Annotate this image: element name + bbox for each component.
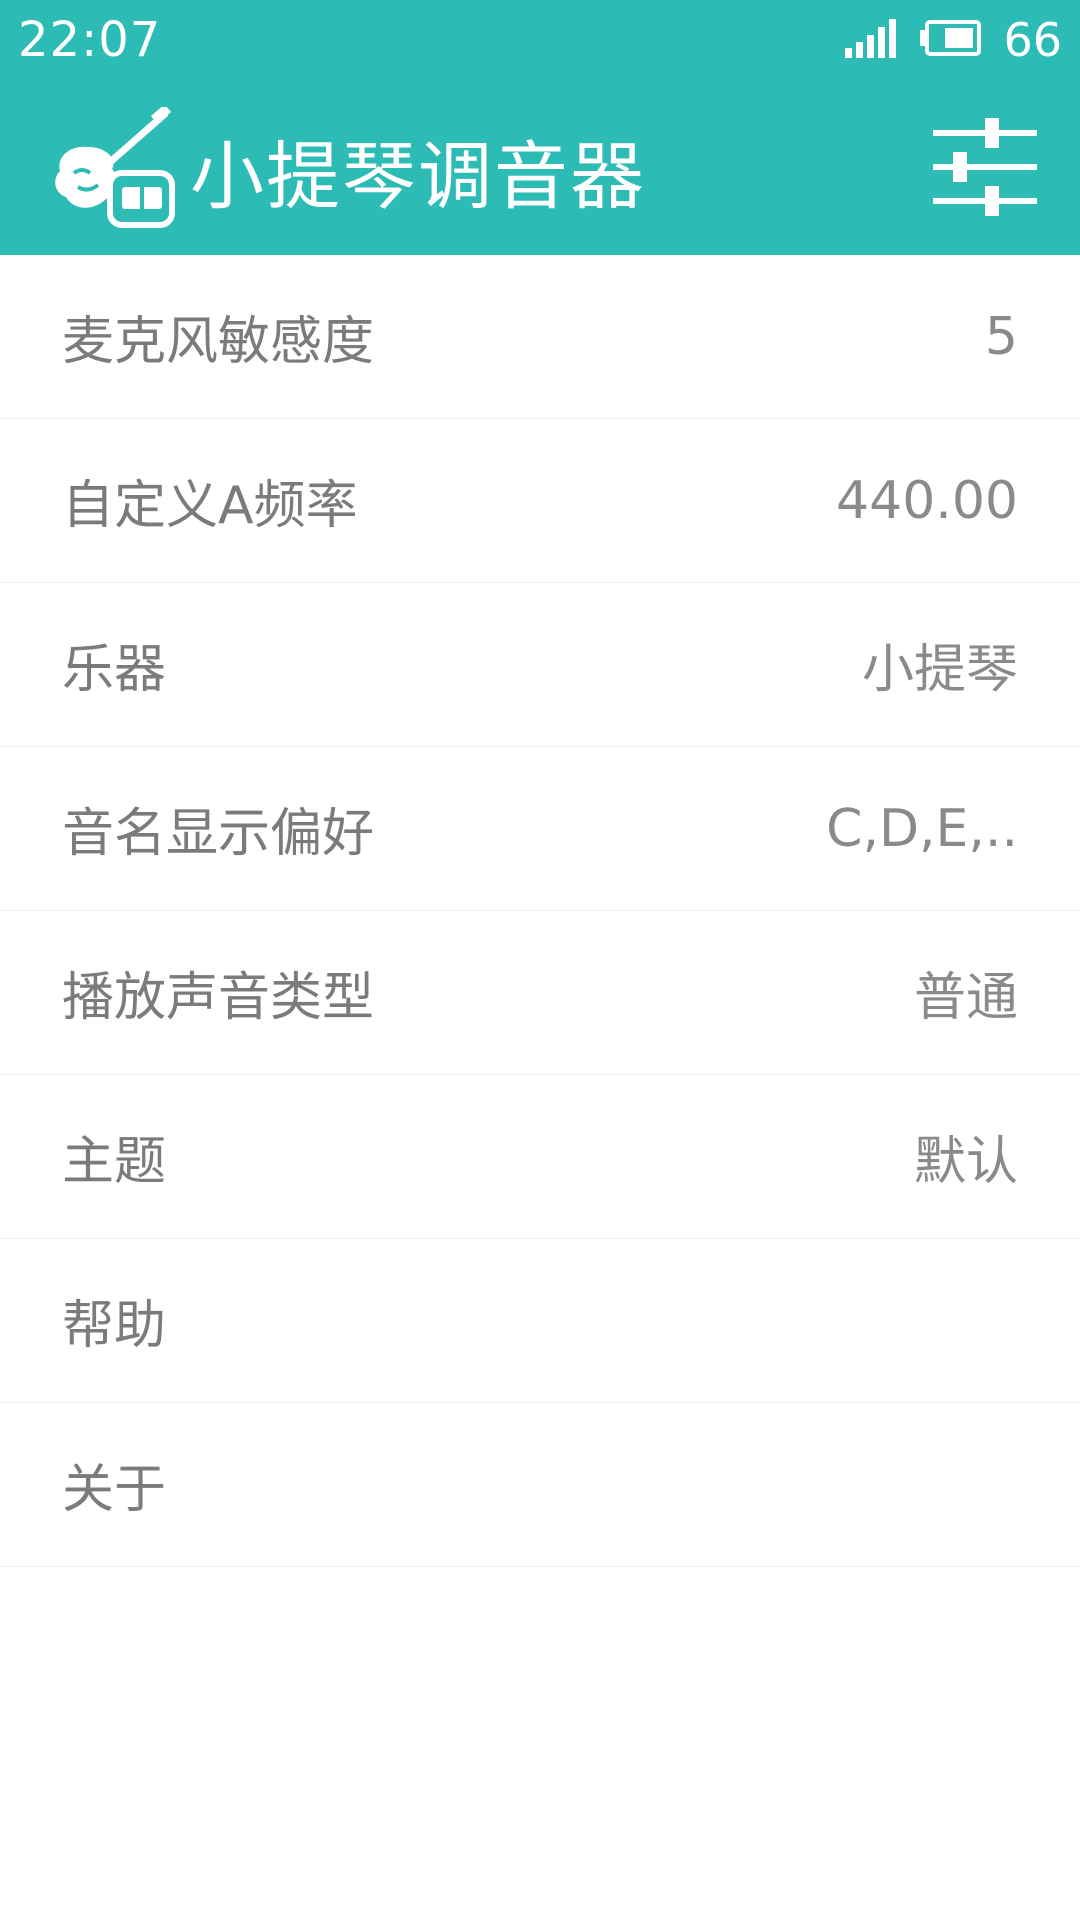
setting-note-name-preference[interactable]: 音名显示偏好 C,D,E,.. <box>0 747 1080 911</box>
setting-instrument[interactable]: 乐器 小提琴 <box>0 583 1080 747</box>
setting-value: 小提琴 <box>861 640 1018 700</box>
battery-percentage: 66 <box>1003 13 1062 67</box>
settings-list: 麦克风敏感度 5 自定义A频率 440.00 乐器 小提琴 音名显示偏好 C,D… <box>0 255 1080 1567</box>
status-time: 22:07 <box>18 12 162 68</box>
setting-value: 440.00 <box>836 470 1018 531</box>
setting-label: 主题 <box>62 1132 167 1192</box>
setting-theme[interactable]: 主题 默认 <box>0 1075 1080 1239</box>
setting-label: 音名显示偏好 <box>62 804 375 864</box>
battery-icon <box>919 20 982 60</box>
setting-label: 关于 <box>62 1460 167 1520</box>
setting-label: 播放声音类型 <box>62 968 375 1028</box>
tune-sliders-icon <box>933 116 1037 224</box>
violin-tuner-logo-icon <box>48 104 176 233</box>
setting-help[interactable]: 帮助 <box>0 1239 1080 1403</box>
app-bar: 22:07 66 小提琴调音器 <box>0 0 1080 255</box>
settings-button[interactable] <box>930 115 1040 225</box>
setting-label: 麦克风敏感度 <box>62 312 375 372</box>
signal-icon <box>843 18 897 62</box>
setting-label: 帮助 <box>62 1296 167 1356</box>
status-indicators: 66 <box>843 13 1062 67</box>
setting-label: 自定义A频率 <box>62 476 358 536</box>
setting-value: C,D,E,.. <box>826 798 1018 859</box>
setting-value: 普通 <box>913 968 1018 1028</box>
app-title: 小提琴调音器 <box>190 133 646 220</box>
setting-value: 5 <box>984 306 1018 367</box>
setting-label: 乐器 <box>62 640 167 700</box>
setting-value: 默认 <box>913 1132 1018 1192</box>
setting-playback-sound-type[interactable]: 播放声音类型 普通 <box>0 911 1080 1075</box>
toolbar: 小提琴调音器 <box>0 100 1080 240</box>
setting-custom-a-frequency[interactable]: 自定义A频率 440.00 <box>0 419 1080 583</box>
status-bar: 22:07 66 <box>0 0 1080 80</box>
setting-about[interactable]: 关于 <box>0 1403 1080 1567</box>
setting-mic-sensitivity[interactable]: 麦克风敏感度 5 <box>0 255 1080 419</box>
